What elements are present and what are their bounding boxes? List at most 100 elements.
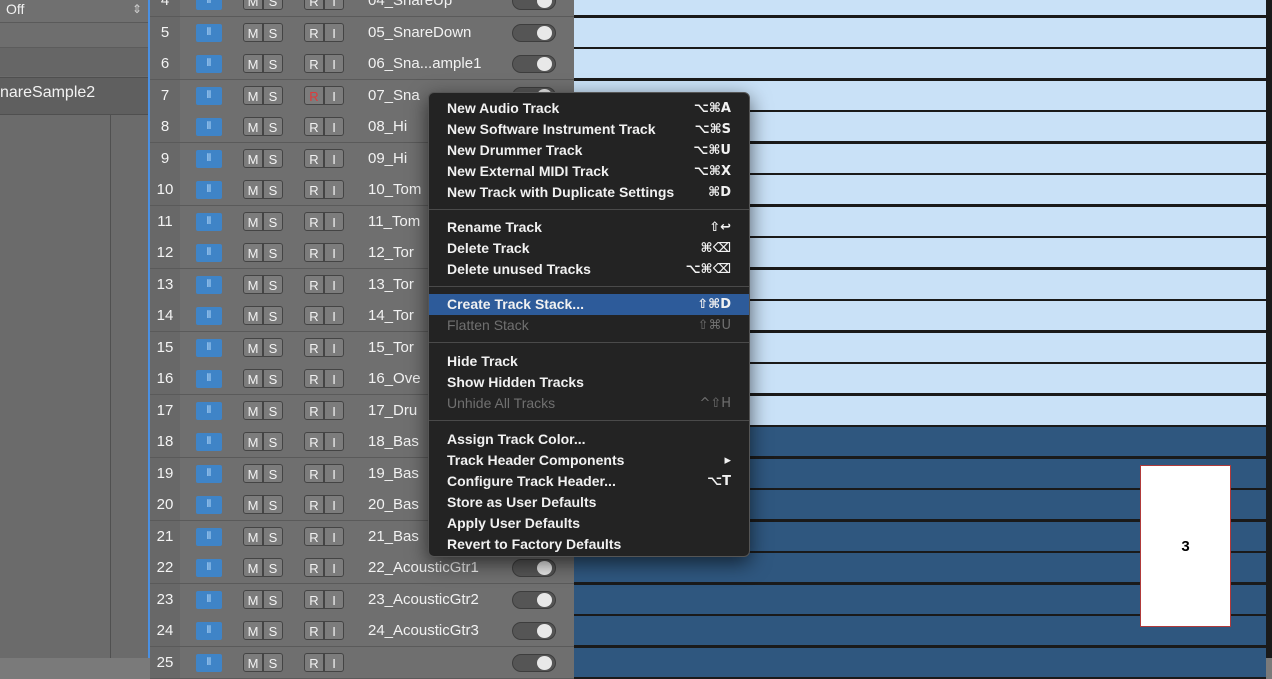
mute-button[interactable]: M [243,23,263,42]
mute-button[interactable]: M [243,0,263,10]
solo-button[interactable]: S [263,54,283,73]
input-monitor-button[interactable]: I [324,180,344,199]
menu-item-store-user-defaults[interactable]: Store as User Defaults [429,492,749,513]
solo-button[interactable]: S [263,0,283,10]
input-monitor-button[interactable]: I [324,432,344,451]
track-name[interactable]: 04_SnareUp [368,0,452,16]
input-monitor-button[interactable]: I [324,0,344,10]
record-enable-button[interactable]: R [304,86,324,105]
solo-button[interactable]: S [263,212,283,231]
record-enable-button[interactable]: R [304,401,324,420]
track-name[interactable]: 21_Bas [368,521,419,552]
menu-item-track-header-components[interactable]: Track Header Components ▸ [429,450,749,471]
input-monitor-button[interactable]: I [324,54,344,73]
solo-button[interactable]: S [263,86,283,105]
track-name[interactable]: 23_AcousticGtr2 [368,584,479,615]
menu-item-configure-track-header[interactable]: Configure Track Header... ⌥T [429,471,749,492]
track-on-off-toggle[interactable] [512,559,556,577]
menu-item-new-drummer-track[interactable]: New Drummer Track ⌥⌘U [429,140,749,161]
inspector-top-row[interactable]: Off ⇕ [0,0,148,23]
input-monitor-button[interactable]: I [324,558,344,577]
track-name[interactable]: 09_Hi [368,143,407,174]
track-name[interactable]: 15_Tor [368,332,414,363]
track-on-off-toggle[interactable] [512,654,556,672]
menu-item-revert-factory-defaults[interactable]: Revert to Factory Defaults [429,534,749,555]
mute-button[interactable]: M [243,86,263,105]
input-monitor-button[interactable]: I [324,369,344,388]
inspector-region-row[interactable]: nareSample2 [0,77,148,115]
record-enable-button[interactable]: R [304,558,324,577]
track-row[interactable]: 23 ⦀ M S R I 23_AcousticGtr2 [150,584,576,616]
input-monitor-button[interactable]: I [324,243,344,262]
menu-item-unhide-all-tracks[interactable]: Unhide All Tracks ^⇧H [429,393,749,414]
record-enable-button[interactable]: R [304,306,324,325]
solo-button[interactable]: S [263,653,283,672]
mute-button[interactable]: M [243,212,263,231]
menu-item-hide-track[interactable]: Hide Track [429,351,749,372]
solo-button[interactable]: S [263,464,283,483]
track-lane[interactable] [574,17,1266,49]
record-enable-button[interactable]: R [304,621,324,640]
track-lane[interactable] [574,647,1266,679]
track-row[interactable]: 25 ⦀ M S R I [150,647,576,679]
track-lane[interactable] [574,48,1266,80]
input-monitor-button[interactable]: I [324,495,344,514]
input-monitor-button[interactable]: I [324,306,344,325]
record-enable-button[interactable]: R [304,23,324,42]
solo-button[interactable]: S [263,117,283,136]
track-name[interactable]: 08_Hi [368,111,407,142]
track-name[interactable]: 10_Tom [368,174,421,205]
track-name[interactable]: 11_Tom [368,206,420,237]
track-name[interactable]: 16_Ove [368,363,421,394]
input-monitor-button[interactable]: I [324,117,344,136]
solo-button[interactable]: S [263,495,283,514]
mute-button[interactable]: M [243,54,263,73]
menu-item-delete-unused-tracks[interactable]: Delete unused Tracks ⌥⌘⌫ [429,259,749,280]
solo-button[interactable]: S [263,432,283,451]
mute-button[interactable]: M [243,180,263,199]
input-monitor-button[interactable]: I [324,212,344,231]
mute-button[interactable]: M [243,495,263,514]
input-monitor-button[interactable]: I [324,590,344,609]
menu-item-rename-track[interactable]: Rename Track ⇧↩ [429,217,749,238]
track-name[interactable]: 13_Tor [368,269,414,300]
track-name[interactable]: 06_Sna...ample1 [368,48,481,79]
track-on-off-toggle[interactable] [512,24,556,42]
input-monitor-button[interactable]: I [324,653,344,672]
track-name[interactable]: 19_Bas [368,458,419,489]
menu-item-delete-track[interactable]: Delete Track ⌘⌫ [429,238,749,259]
stepper-arrows-icon[interactable]: ⇕ [132,2,142,16]
input-monitor-button[interactable]: I [324,275,344,294]
track-name[interactable]: 14_Tor [368,300,414,331]
menu-item-apply-user-defaults[interactable]: Apply User Defaults [429,513,749,534]
track-name[interactable]: 05_SnareDown [368,17,471,48]
menu-item-show-hidden-tracks[interactable]: Show Hidden Tracks [429,372,749,393]
input-monitor-button[interactable]: I [324,621,344,640]
record-enable-button[interactable]: R [304,338,324,357]
input-monitor-button[interactable]: I [324,86,344,105]
mute-button[interactable]: M [243,653,263,672]
mute-button[interactable]: M [243,621,263,640]
input-monitor-button[interactable]: I [324,338,344,357]
track-name[interactable]: 18_Bas [368,426,419,457]
mute-button[interactable]: M [243,558,263,577]
input-monitor-button[interactable]: I [324,401,344,420]
track-name[interactable]: 20_Bas [368,489,419,520]
solo-button[interactable]: S [263,243,283,262]
solo-button[interactable]: S [263,180,283,199]
menu-item-new-track-duplicate-settings[interactable]: New Track with Duplicate Settings ⌘D [429,182,749,203]
record-enable-button[interactable]: R [304,149,324,168]
track-lane[interactable] [574,0,1266,17]
record-enable-button[interactable]: R [304,432,324,451]
record-enable-button[interactable]: R [304,653,324,672]
solo-button[interactable]: S [263,275,283,294]
menu-item-create-track-stack[interactable]: Create Track Stack... ⇧⌘D [429,294,749,315]
mute-button[interactable]: M [243,306,263,325]
mute-button[interactable]: M [243,432,263,451]
solo-button[interactable]: S [263,369,283,388]
solo-button[interactable]: S [263,558,283,577]
track-row[interactable]: 6 ⦀ M S R I 06_Sna...ample1 [150,48,576,80]
record-enable-button[interactable]: R [304,275,324,294]
record-enable-button[interactable]: R [304,590,324,609]
input-monitor-button[interactable]: I [324,23,344,42]
